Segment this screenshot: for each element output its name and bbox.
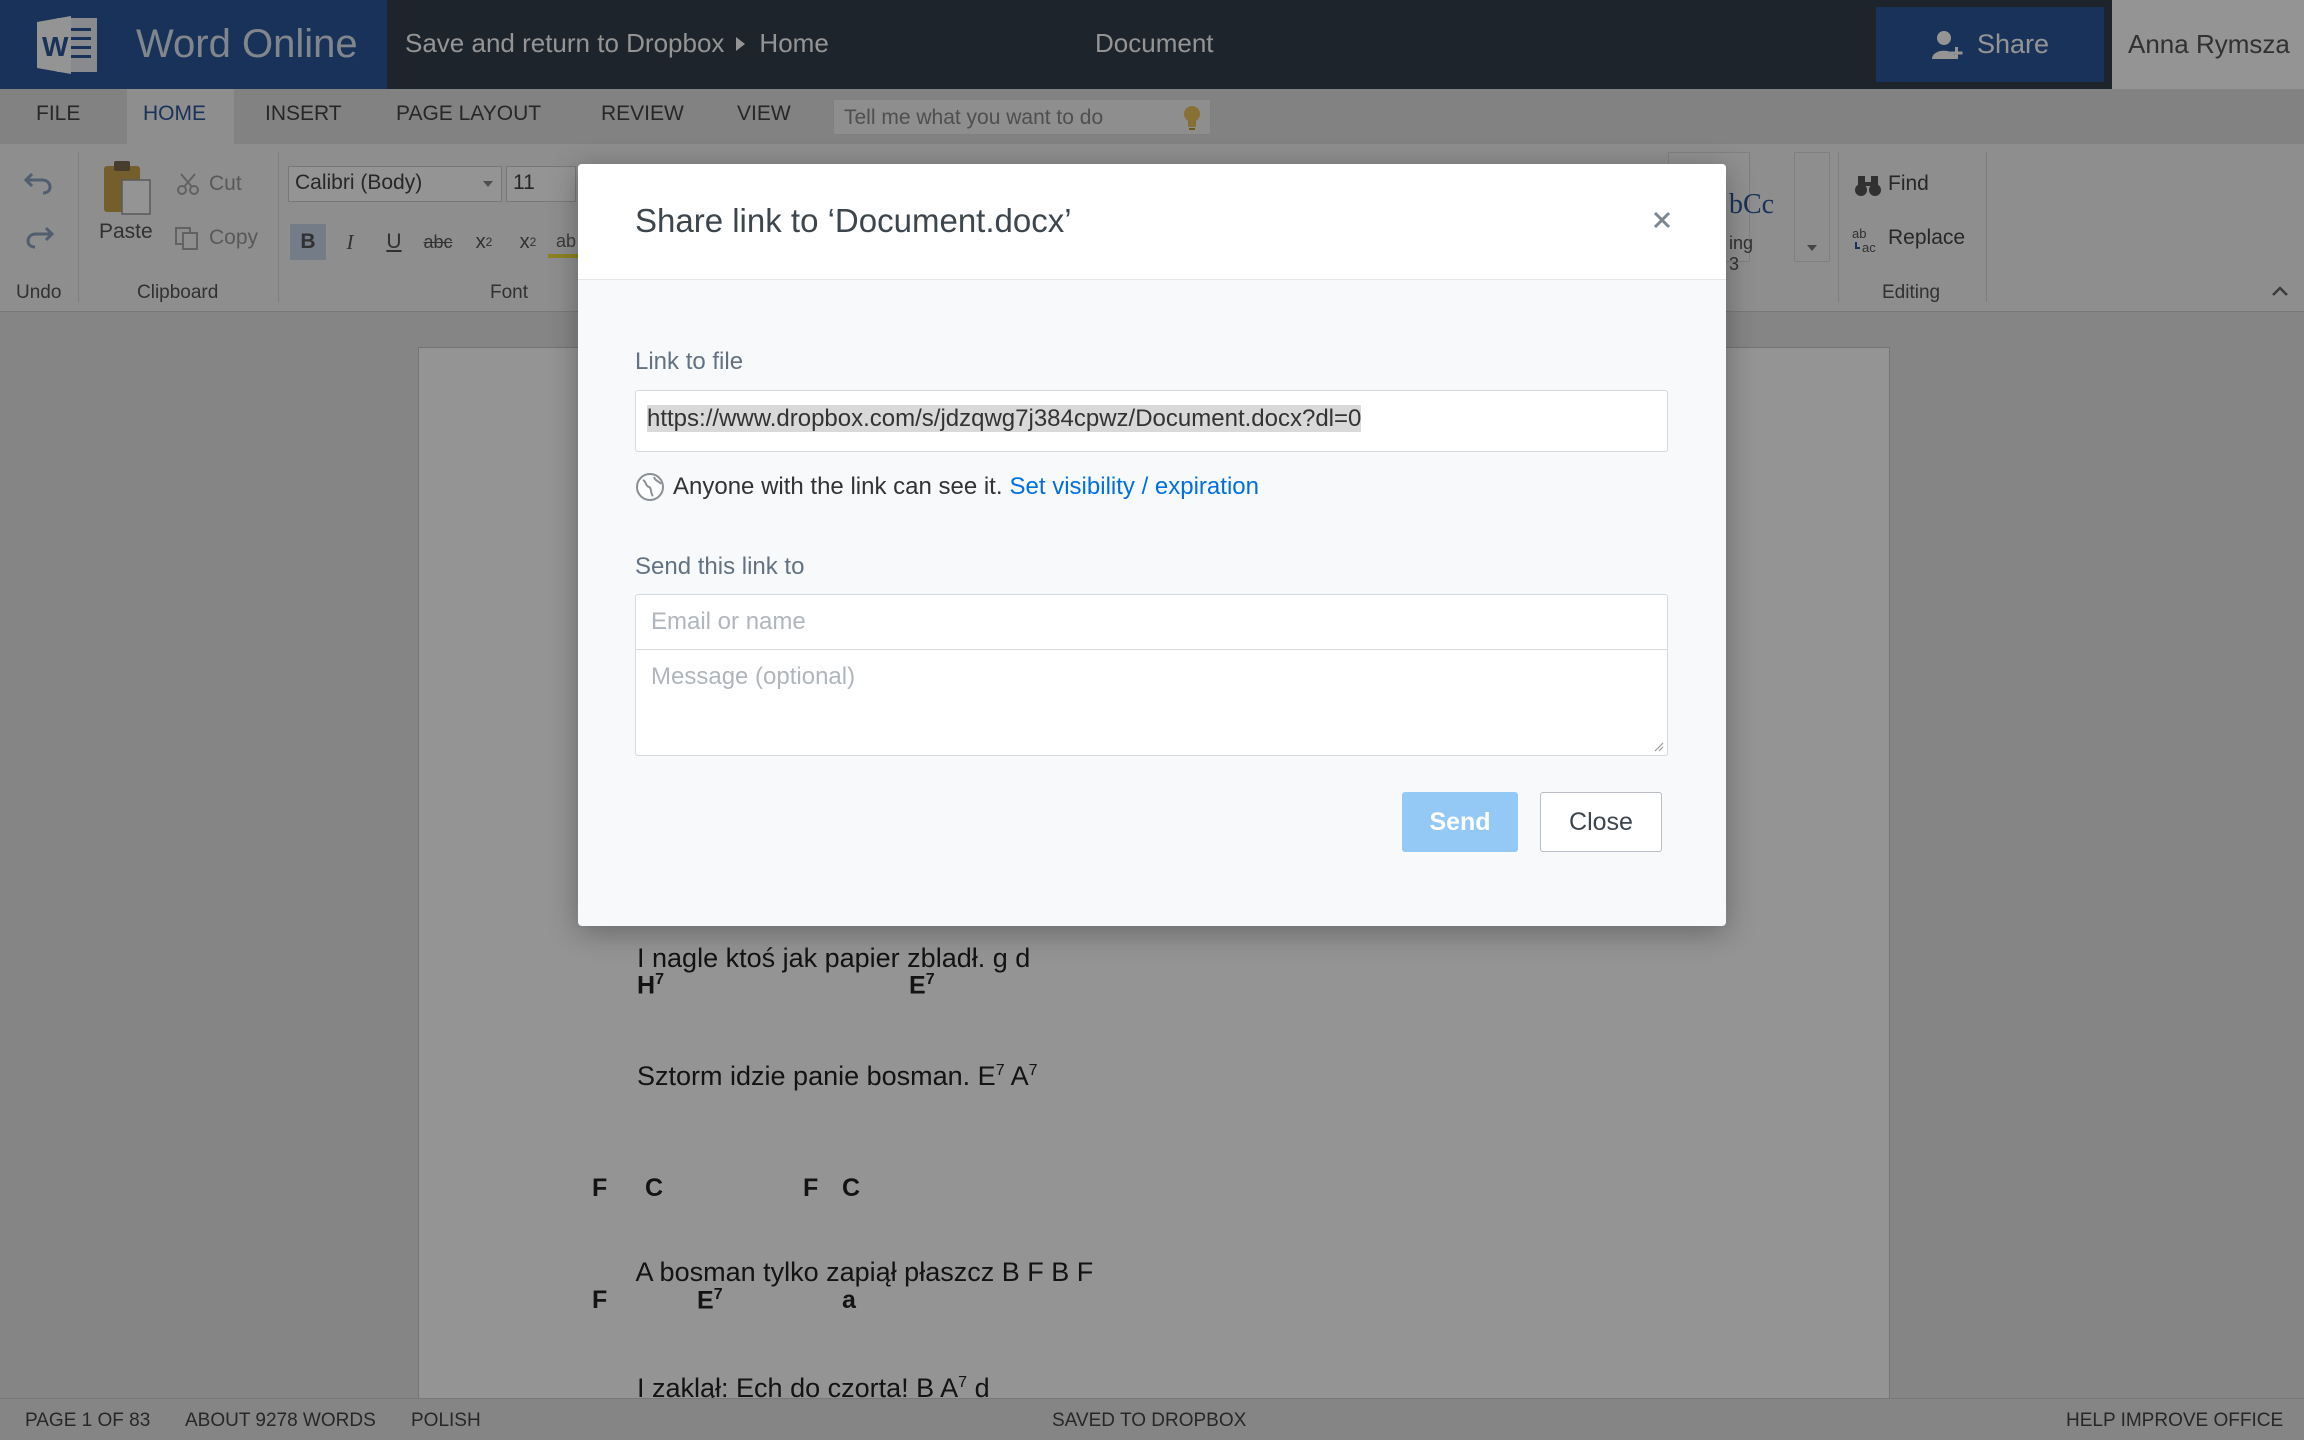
share-link-dialog: Share link to ‘Document.docx’ Link to fi… (578, 164, 1726, 926)
visibility-row: Anyone with the link can see it. Set vis… (635, 470, 1259, 504)
close-button[interactable]: Close (1540, 792, 1662, 852)
link-url-field[interactable]: https://www.dropbox.com/s/jdzqwg7j384cpw… (635, 390, 1668, 452)
link-to-file-label: Link to file (635, 348, 744, 375)
close-button-label: Close (1569, 807, 1633, 836)
close-icon[interactable] (1648, 206, 1676, 234)
globe-icon (636, 473, 664, 501)
set-visibility-link[interactable]: Set visibility / expiration (1010, 473, 1259, 501)
resize-handle-icon[interactable] (1652, 740, 1664, 752)
email-placeholder: Email or name (651, 608, 806, 635)
link-url-value: https://www.dropbox.com/s/jdzqwg7j384cpw… (647, 405, 1362, 432)
visibility-text: Anyone with the link can see it. (673, 473, 1003, 500)
message-placeholder: Message (optional) (651, 663, 856, 690)
dialog-title: Share link to ‘Document.docx’ (635, 202, 1072, 239)
message-textarea[interactable]: Message (optional) (635, 649, 1668, 756)
send-button-label: Send (1429, 807, 1491, 836)
send-button[interactable]: Send (1402, 792, 1518, 852)
send-link-label: Send this link to (635, 553, 805, 580)
dialog-header: Share link to ‘Document.docx’ (578, 164, 1726, 280)
email-or-name-input[interactable]: Email or name (635, 594, 1668, 650)
